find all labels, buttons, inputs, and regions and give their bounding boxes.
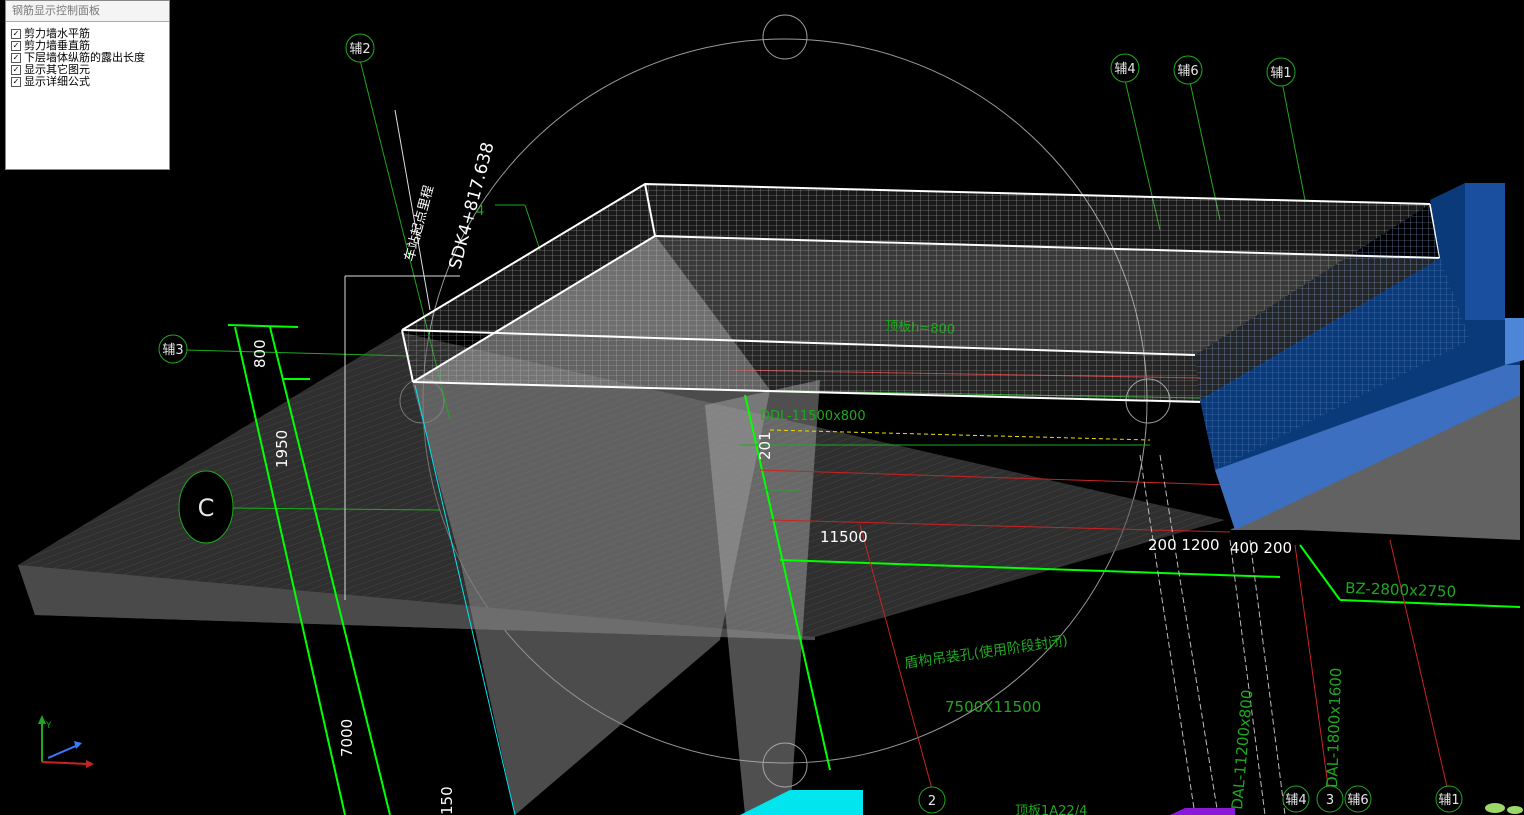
checkbox-icon[interactable]: ✓	[11, 65, 21, 75]
checkbox-icon[interactable]: ✓	[11, 29, 21, 39]
magenta-block[interactable]	[1170, 808, 1235, 815]
dim-7000: 7000	[338, 719, 356, 757]
axis-aux1-bottom-label: 辅1	[1438, 793, 1459, 808]
ucs-axis-icon: Y	[38, 715, 94, 768]
axis-aux4-top-label: 辅4	[1114, 62, 1135, 77]
bottom-left-text: 顶板1A22/4	[1015, 804, 1087, 815]
station-value: SDK4+817.638	[446, 140, 499, 271]
dims-right-2: 400 200	[1230, 539, 1292, 557]
axis-aux1-top-label: 辅1	[1270, 66, 1291, 81]
axis-aux6-top-label: 辅6	[1177, 64, 1198, 79]
hole-label: 盾构吊装孔(使用阶段封闭)	[903, 632, 1069, 672]
axis-aux6-bottom-label: 辅6	[1347, 793, 1368, 808]
dal-label-1: DAL-11200x800	[1228, 689, 1256, 810]
checkbox-icon[interactable]: ✓	[11, 53, 21, 63]
dal-label-2: DAL-1800x1600	[1323, 667, 1345, 788]
axis-2-label: 2	[928, 794, 936, 809]
axis-c-label: C	[198, 494, 215, 522]
cad-3d-viewport[interactable]: 辅2 辅4 辅6 辅1 辅3 C 2 辅4 3 辅6 辅1 4 车站起点里程 S…	[0, 0, 1524, 815]
panel-option[interactable]: ✓ 显示详细公式	[11, 76, 169, 88]
dims-right: 200 1200	[1148, 536, 1220, 554]
checkbox-icon[interactable]: ✓	[11, 41, 21, 51]
axis-aux2-label: 辅2	[349, 42, 370, 57]
rebar-display-control-panel: 钢筋显示控制面板 ✓ 剪力墙水平筋 ✓ 剪力墙垂直筋 ✓ 下层墙体纵筋的露出长度 ✓ 显示其它…	[5, 0, 170, 170]
panel-option-label: 显示详细公式	[24, 75, 90, 88]
dim-800: 800	[251, 339, 269, 368]
dim-150: 150	[438, 786, 456, 815]
bz-label: BZ-2800x2750	[1345, 579, 1457, 601]
axis-aux4-bottom-label: 辅4	[1285, 793, 1306, 808]
panel-options: ✓ 剪力墙水平筋 ✓ 剪力墙垂直筋 ✓ 下层墙体纵筋的露出长度 ✓ 显示其它图元 ✓ 显示详细公式	[6, 22, 169, 88]
hole-dims: 7500X11500	[945, 698, 1041, 716]
decorative-leaf-icon	[1485, 803, 1523, 814]
axis-aux3-label: 辅3	[162, 343, 183, 358]
panel-title: 钢筋显示控制面板	[6, 1, 169, 22]
dim-11500: 11500	[820, 528, 868, 546]
dim-201: 201	[756, 431, 774, 460]
ddl-label: DDL-11500x800	[760, 409, 866, 424]
dim-1950: 1950	[273, 430, 291, 468]
axis-3-label: 3	[1326, 793, 1334, 808]
station-label: 车站起点里程	[401, 184, 437, 263]
checkbox-icon[interactable]: ✓	[11, 77, 21, 87]
svg-text:Y: Y	[45, 721, 52, 731]
